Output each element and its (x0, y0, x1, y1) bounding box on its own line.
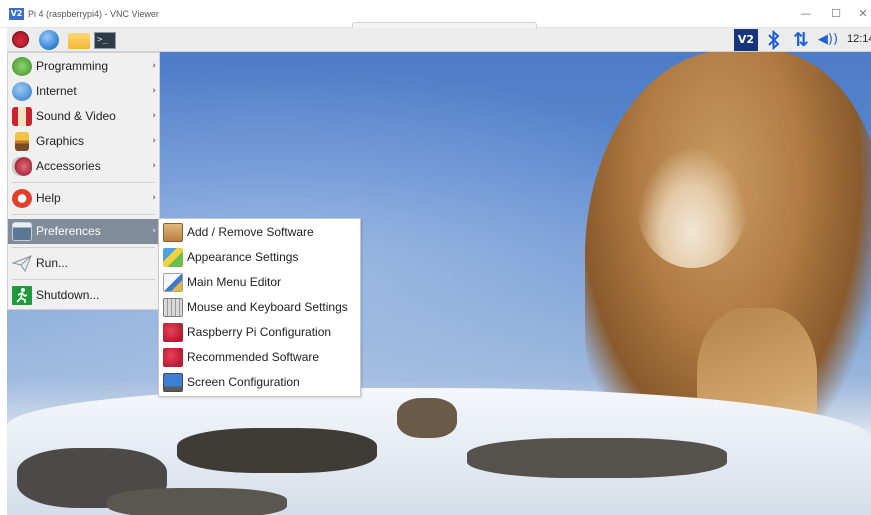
programming-icon (12, 57, 32, 76)
run-icon (11, 254, 32, 273)
chevron-right-icon: › (152, 226, 156, 236)
raspberry-icon (163, 348, 183, 367)
menu-item-programming[interactable]: Programming › (8, 54, 159, 79)
menu-item-label: Internet (36, 84, 77, 98)
chevron-right-icon: › (152, 136, 156, 146)
file-manager-icon[interactable] (68, 33, 90, 49)
wallpaper-rock (397, 398, 457, 438)
submenu-item-main-menu-editor[interactable]: Main Menu Editor (159, 270, 360, 295)
menu-separator (12, 247, 155, 248)
maximize-button[interactable]: ☐ (825, 6, 847, 22)
accessories-icon (12, 157, 32, 176)
menu-item-internet[interactable]: Internet › (8, 79, 159, 104)
preferences-icon (12, 222, 32, 241)
chevron-right-icon: › (152, 86, 156, 96)
bluetooth-glyph-icon (768, 29, 780, 51)
close-button[interactable]: ✕ (852, 6, 871, 22)
submenu-item-add-remove-software[interactable]: Add / Remove Software (159, 220, 360, 245)
menu-item-run[interactable]: Run... (8, 251, 159, 276)
preferences-submenu: Add / Remove Software Appearance Setting… (158, 218, 361, 397)
raspberry-menu-icon[interactable] (12, 31, 29, 48)
volume-icon[interactable]: ◀)) (817, 29, 839, 51)
shutdown-icon (12, 286, 32, 305)
chevron-right-icon: › (152, 61, 156, 71)
taskbar-panel: >_ V2 ⇅ ◀)) 12:14 (7, 28, 871, 52)
package-icon (163, 223, 183, 242)
submenu-item-screen-configuration[interactable]: Screen Configuration (159, 370, 360, 395)
chevron-right-icon: › (152, 111, 156, 121)
menu-item-label: Sound & Video (36, 109, 116, 123)
submenu-item-label: Mouse and Keyboard Settings (187, 300, 348, 314)
menu-separator (12, 214, 155, 215)
menu-editor-icon (163, 273, 183, 292)
remote-desktop[interactable]: >_ V2 ⇅ ◀)) 12:14 Programming › Internet… (7, 28, 871, 515)
wallpaper-rock (177, 428, 377, 473)
menu-item-label: Help (36, 191, 61, 205)
chevron-right-icon: › (152, 193, 156, 203)
sound-video-icon (12, 107, 32, 126)
menu-item-preferences[interactable]: Preferences › (8, 219, 159, 244)
submenu-item-label: Add / Remove Software (187, 225, 314, 239)
vnc-title-bar: V2 Pi 4 (raspberrypi4) - VNC Viewer — ☐ … (0, 0, 871, 28)
submenu-item-appearance-settings[interactable]: Appearance Settings (159, 245, 360, 270)
terminal-icon[interactable]: >_ (94, 32, 116, 49)
graphics-icon (15, 132, 29, 151)
menu-item-help[interactable]: Help › (8, 186, 159, 211)
submenu-item-label: Recommended Software (187, 350, 320, 364)
menu-separator (12, 279, 155, 280)
submenu-item-label: Main Menu Editor (187, 275, 282, 289)
submenu-item-recommended-software[interactable]: Recommended Software (159, 345, 360, 370)
raspberry-icon (163, 323, 183, 342)
submenu-item-label: Raspberry Pi Configuration (187, 325, 332, 339)
menu-item-label: Preferences (36, 224, 101, 238)
menu-item-accessories[interactable]: Accessories › (8, 154, 159, 179)
menu-item-shutdown[interactable]: Shutdown... (8, 283, 159, 308)
running-man-icon (16, 288, 28, 303)
submenu-item-raspberry-pi-configuration[interactable]: Raspberry Pi Configuration (159, 320, 360, 345)
menu-item-label: Accessories (36, 159, 101, 173)
appearance-icon (163, 248, 183, 267)
submenu-item-mouse-keyboard-settings[interactable]: Mouse and Keyboard Settings (159, 295, 360, 320)
clock[interactable]: 12:14 (847, 33, 871, 45)
menu-item-label: Shutdown... (36, 288, 100, 302)
main-menu: Programming › Internet › Sound & Video ›… (7, 52, 160, 310)
help-icon (12, 189, 32, 208)
wallpaper-cougar-face (637, 148, 747, 268)
menu-item-label: Programming (36, 59, 109, 73)
internet-icon (12, 82, 32, 101)
minimize-button[interactable]: — (795, 6, 817, 22)
chevron-right-icon: › (152, 161, 156, 171)
vnc-viewer-logo-icon: V2 (9, 8, 24, 20)
bluetooth-icon[interactable] (767, 29, 781, 51)
menu-separator (12, 182, 155, 183)
window-title: Pi 4 (raspberrypi4) - VNC Viewer (28, 9, 159, 19)
keyboard-icon (163, 298, 183, 317)
menu-item-graphics[interactable]: Graphics › (8, 129, 159, 154)
network-icon[interactable]: ⇅ (791, 28, 811, 52)
web-browser-icon[interactable] (39, 30, 59, 50)
wallpaper-rock (467, 438, 727, 478)
vnc-server-tray-icon[interactable]: V2 (734, 29, 758, 51)
menu-item-label: Run... (36, 256, 69, 270)
paper-plane-icon (11, 255, 32, 273)
submenu-item-label: Screen Configuration (187, 375, 300, 389)
wallpaper-rock (107, 488, 287, 515)
menu-item-label: Graphics (36, 134, 85, 148)
submenu-item-label: Appearance Settings (187, 250, 299, 264)
monitor-icon (163, 373, 183, 392)
menu-item-sound-video[interactable]: Sound & Video › (8, 104, 159, 129)
